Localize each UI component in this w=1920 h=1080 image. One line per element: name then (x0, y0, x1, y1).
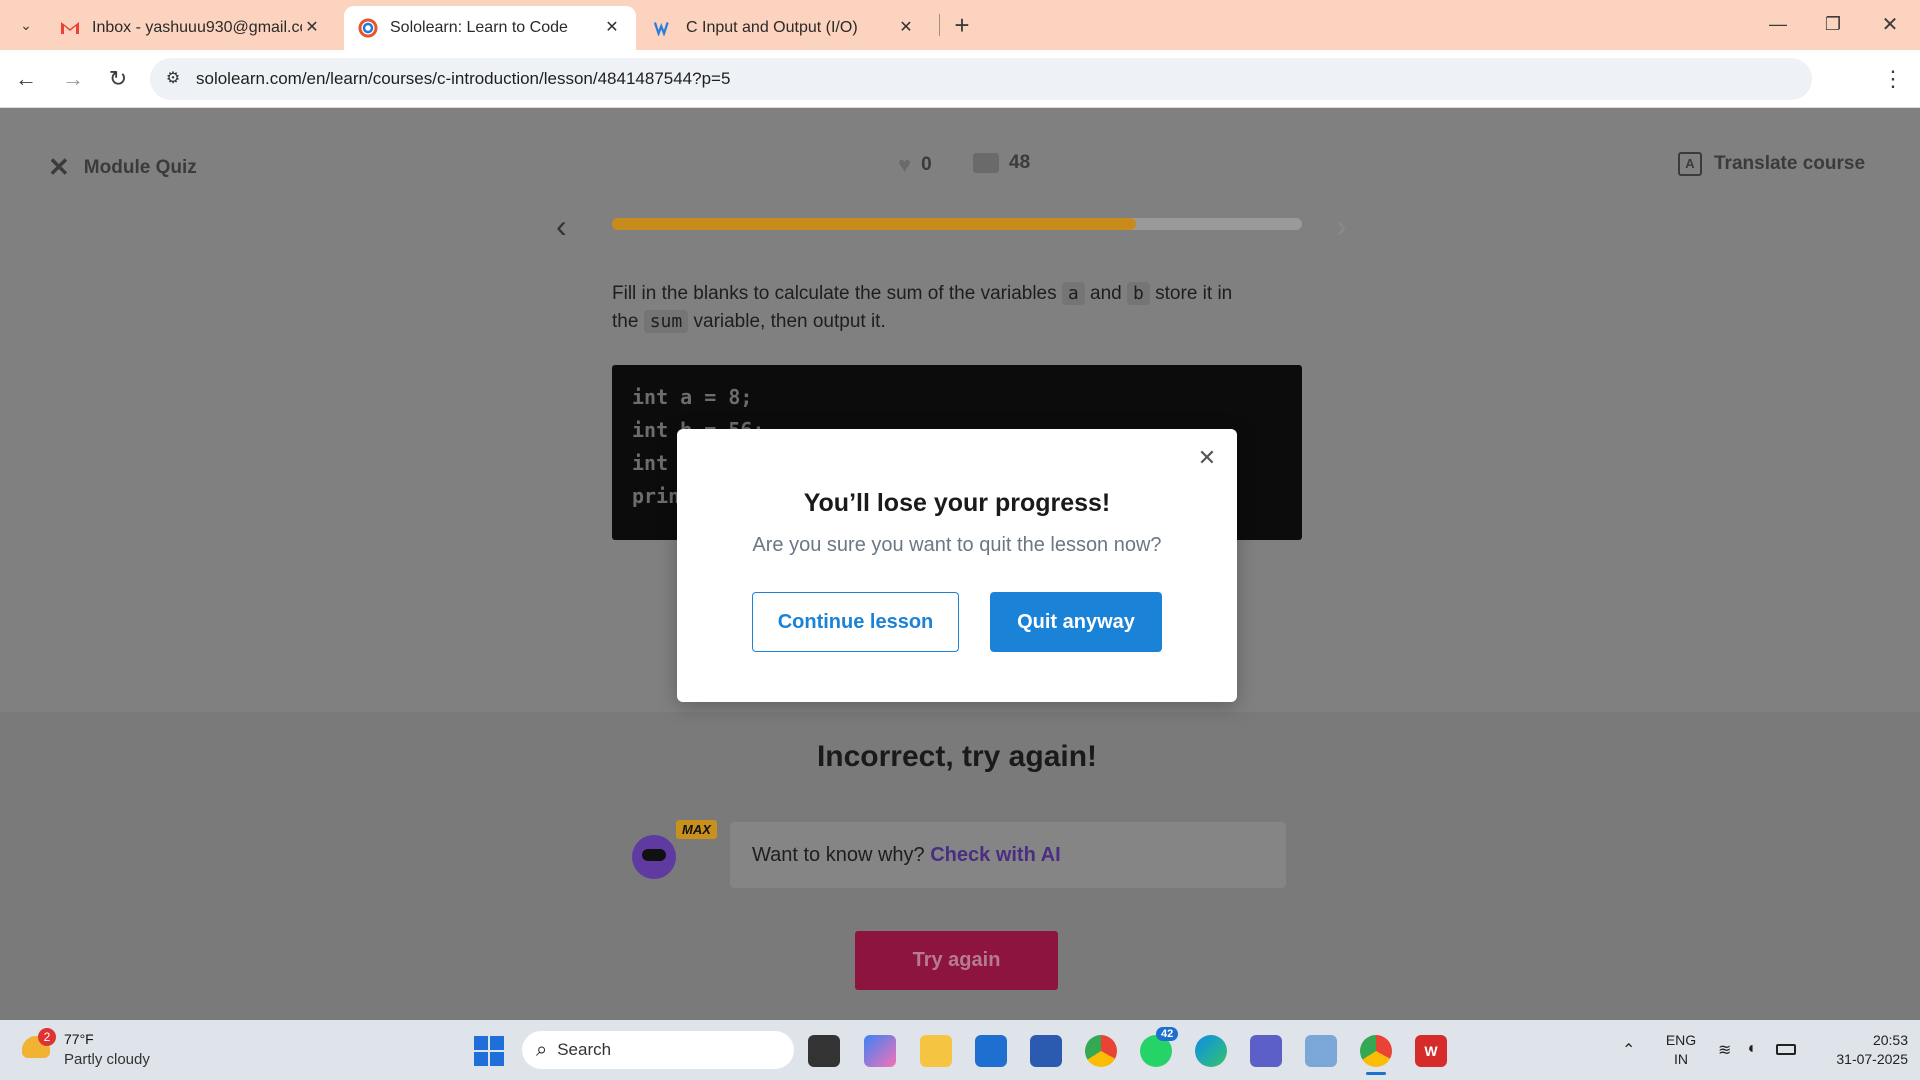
tab-sololearn[interactable]: Sololearn: Learn to Code ✕ (344, 6, 636, 50)
network-app-icon[interactable] (1030, 1035, 1062, 1067)
ai-hint-box[interactable]: Want to know why? Check with AI (730, 822, 1286, 888)
translate-course-button[interactable]: A Translate course (1678, 152, 1865, 176)
likes[interactable]: ♥ 0 (898, 152, 932, 178)
search-label: Search (557, 1040, 612, 1059)
copilot-icon[interactable] (864, 1035, 896, 1067)
active-app-indicator (1366, 1072, 1386, 1075)
tray-overflow-icon[interactable]: ⌃ (1622, 1040, 1635, 1060)
close-tab-icon[interactable]: ✕ (602, 18, 622, 38)
edge-icon[interactable] (1195, 1035, 1227, 1067)
quit-confirm-dialog: ✕ You’ll lose your progress! Are you sur… (677, 429, 1237, 702)
quit-anyway-button[interactable]: Quit anyway (990, 592, 1162, 652)
code-chip: b (1127, 282, 1150, 305)
clock[interactable]: 20:53 31-07-2025 (1812, 1031, 1908, 1069)
prev-arrow-icon[interactable]: ‹ (556, 208, 567, 245)
language-indicator[interactable]: ENG IN (1664, 1031, 1698, 1069)
teams-icon[interactable] (1250, 1035, 1282, 1067)
next-arrow-icon[interactable]: › (1336, 208, 1347, 245)
likes-count: 0 (921, 154, 932, 175)
continue-lesson-button[interactable]: Continue lesson (752, 592, 959, 652)
chrome-profile-icon[interactable] (1360, 1035, 1392, 1067)
instruction-text: Fill in the blanks to calculate the sum … (612, 283, 1057, 304)
url-text: sololearn.com/en/learn/courses/c-introdu… (196, 69, 731, 88)
max-badge: MAX (676, 820, 717, 839)
browser-tab-strip: ⌄ Inbox - yashuuu930@gmail.com ✕ Sololea… (0, 0, 1920, 50)
settings-app-icon[interactable] (1305, 1035, 1337, 1067)
dialog-subtitle: Are you sure you want to quit the lesson… (752, 534, 1162, 556)
new-tab-button[interactable]: + (944, 7, 980, 43)
comments-count: 48 (1009, 152, 1031, 173)
whatsapp-icon[interactable]: 42 (1140, 1027, 1179, 1067)
comments[interactable]: 48 (973, 152, 1030, 174)
lang-bottom: IN (1674, 1051, 1688, 1067)
progress-track (612, 218, 1302, 230)
minimize-button[interactable]: — (1760, 6, 1796, 42)
back-button[interactable]: ← (8, 61, 44, 97)
wifi-icon[interactable]: ≋ (1718, 1040, 1731, 1060)
tab-gmail[interactable]: Inbox - yashuuu930@gmail.com ✕ (46, 6, 336, 50)
w3-icon (654, 18, 674, 38)
close-tab-icon[interactable]: ✕ (896, 18, 916, 38)
start-button[interactable] (474, 1036, 504, 1066)
instruction-text: and (1090, 283, 1122, 304)
instruction-text: the (612, 311, 639, 332)
store-icon[interactable] (975, 1035, 1007, 1067)
ai-prompt-text: Want to know why? (752, 843, 925, 866)
translate-label: Translate course (1714, 153, 1866, 174)
close-window-button[interactable]: ✕ (1872, 6, 1908, 42)
volume-icon[interactable]: ◖ (1746, 1040, 1756, 1058)
progress-fill (612, 218, 1137, 230)
clock-date: 31-07-2025 (1836, 1051, 1908, 1067)
comment-icon (973, 153, 999, 173)
feedback-title: Incorrect, try again! (816, 740, 1098, 773)
tab-w3schools[interactable]: C Input and Output (I/O) ✕ (640, 6, 930, 50)
search-icon: ⌕ (536, 1038, 548, 1061)
tab-divider (939, 14, 940, 36)
weather-desc: Partly cloudy (64, 1051, 150, 1068)
translate-icon: A (1678, 152, 1702, 176)
max-mascot (632, 835, 676, 879)
sololearn-icon (358, 18, 378, 38)
instruction-text: store it in (1155, 283, 1233, 304)
gmail-icon (60, 18, 80, 38)
weather-widget[interactable]: 2 77°F Partly cloudy (22, 1028, 172, 1074)
reload-button[interactable]: ↻ (100, 61, 136, 97)
tab-label: Sololearn: Learn to Code (390, 19, 568, 36)
task-view-icon[interactable] (808, 1035, 840, 1067)
question-text: Fill in the blanks to calculate the sum … (612, 280, 1312, 336)
tab-label: C Input and Output (I/O) (686, 19, 858, 36)
heart-icon: ♥ (898, 152, 912, 177)
module-quiz-close[interactable]: ✕ Module Quiz (48, 152, 197, 183)
instruction-text: variable, then output it. (693, 311, 886, 332)
try-again-button[interactable]: Try again (855, 931, 1058, 990)
tab-search-button[interactable]: ⌄ (8, 7, 44, 43)
close-icon: ✕ (48, 152, 70, 182)
battery-icon[interactable] (1776, 1044, 1796, 1055)
code-chip: a (1061, 282, 1085, 305)
dialog-title: You’ll lose your progress! (803, 489, 1111, 517)
wps-office-icon[interactable]: W (1415, 1035, 1447, 1067)
clock-time: 20:53 (1872, 1032, 1908, 1048)
close-icon[interactable]: ✕ (1195, 446, 1219, 470)
forward-button[interactable]: → (55, 61, 91, 97)
check-with-ai-link[interactable]: Check with AI (930, 844, 1060, 867)
lang-top: ENG (1665, 1032, 1697, 1048)
site-info-icon[interactable]: ⚙ (162, 68, 184, 90)
weather-alert-badge: 2 (38, 1028, 56, 1046)
module-quiz-label: Module Quiz (83, 156, 197, 178)
close-tab-icon[interactable]: ✕ (302, 18, 322, 38)
address-bar[interactable]: ⚙ sololearn.com/en/learn/courses/c-intro… (150, 58, 1812, 100)
chrome-icon[interactable] (1085, 1035, 1117, 1067)
mascot-eyes (642, 849, 666, 861)
code-line: int a = 8; (632, 385, 753, 409)
weather-temp: 77°F (64, 1031, 94, 1047)
code-chip: sum (643, 310, 689, 333)
menu-kebab-icon[interactable]: ⋮ (1875, 61, 1911, 97)
file-explorer-icon[interactable] (920, 1035, 952, 1067)
whatsapp-badge: 42 (1156, 1027, 1179, 1041)
restore-button[interactable]: ❐ (1815, 6, 1851, 42)
taskbar-search[interactable]: ⌕ Search (522, 1031, 794, 1069)
tab-label: Inbox - yashuuu930@gmail.com (92, 19, 302, 36)
